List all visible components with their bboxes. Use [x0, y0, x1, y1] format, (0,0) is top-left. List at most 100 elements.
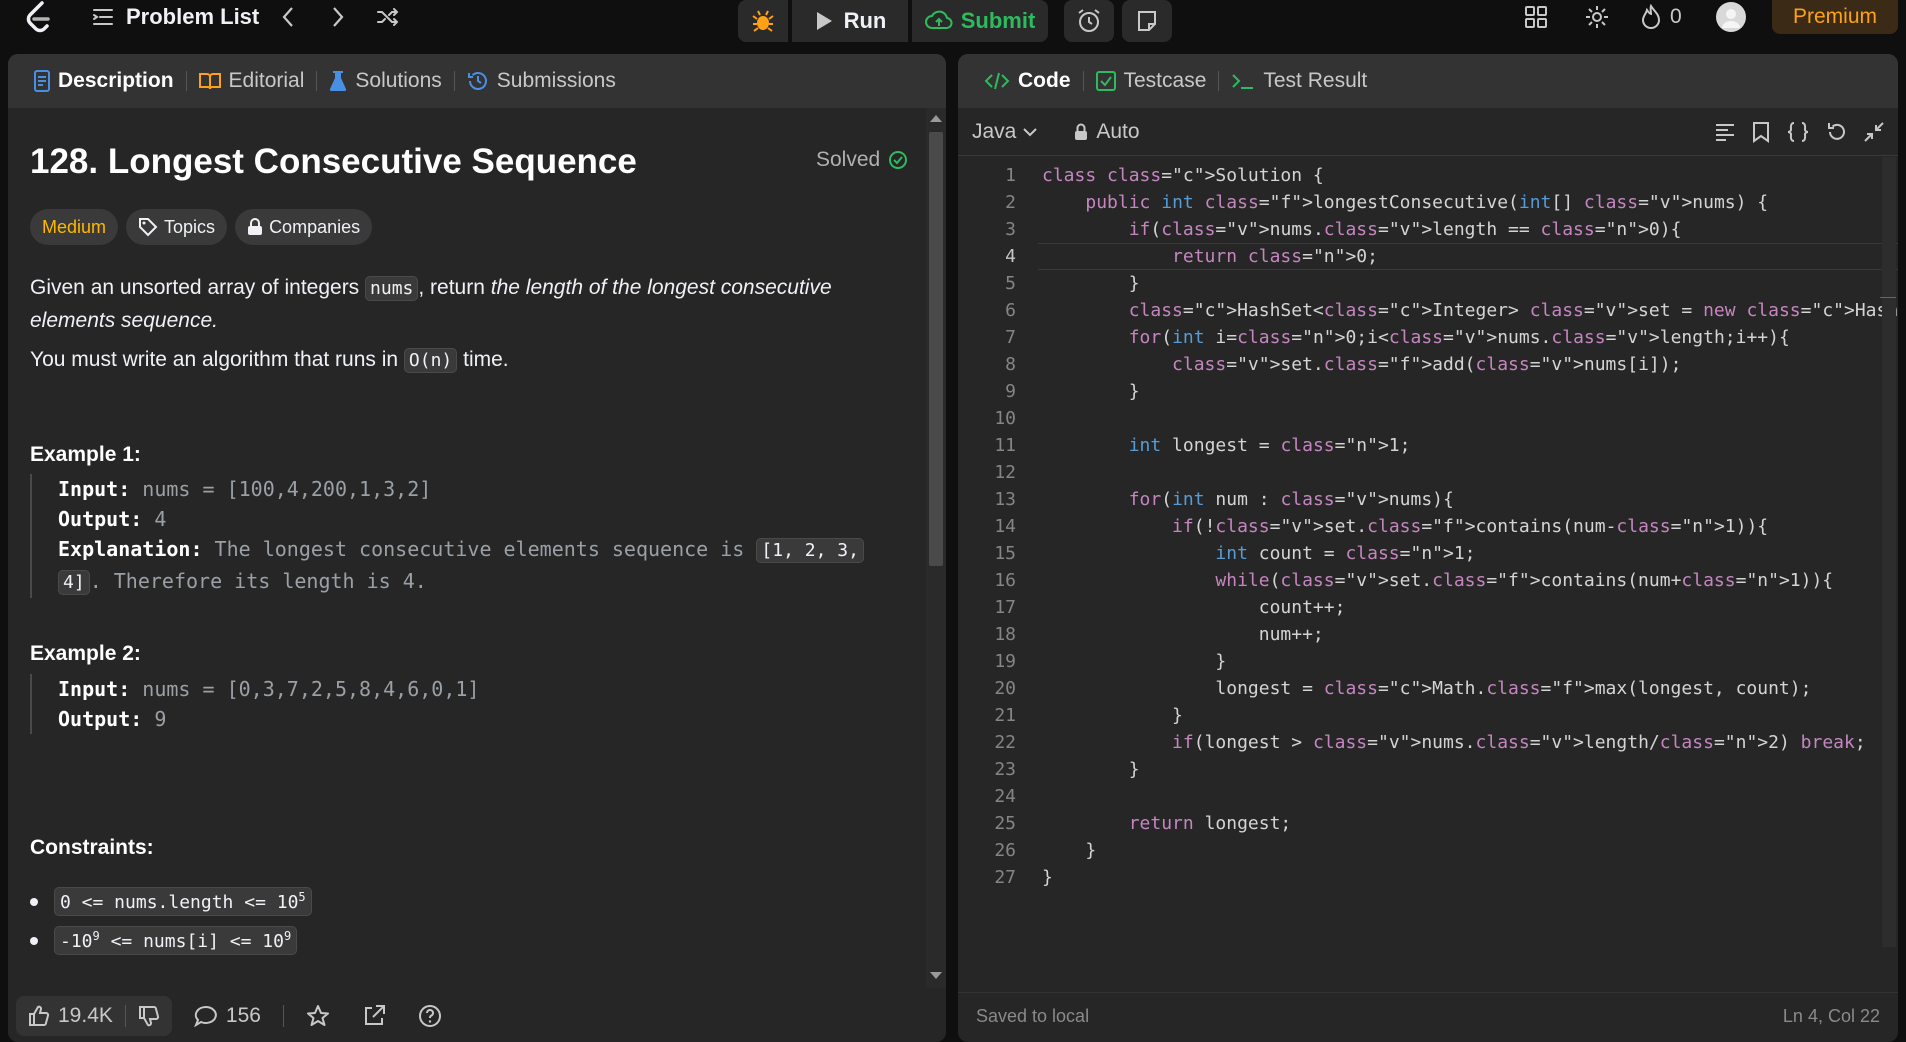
- downvote-button[interactable]: [126, 996, 172, 1036]
- code-text: return class="n">0;: [1172, 246, 1378, 267]
- streak-counter[interactable]: 0: [1640, 0, 1682, 34]
- bookmark-icon[interactable]: [1752, 121, 1770, 143]
- play-icon: [816, 12, 832, 30]
- code-line[interactable]: 3 if(class="v">nums.class="v">length == …: [958, 216, 1878, 243]
- topics-button[interactable]: Topics: [126, 209, 228, 245]
- line-number: 21: [994, 705, 1016, 726]
- code-line[interactable]: 17 count++;: [958, 594, 1878, 621]
- tab-divider: [1218, 71, 1220, 91]
- run-submit-group: Run Submit: [738, 0, 1048, 42]
- constraint-code: 0 <= nums.length <= 105: [54, 887, 312, 916]
- line-number: 6: [1005, 300, 1016, 321]
- code-line[interactable]: 4 return class="n">0;: [958, 243, 1878, 270]
- code-line[interactable]: 25 return longest;: [958, 810, 1878, 837]
- code-line[interactable]: 10: [958, 405, 1878, 432]
- code-line[interactable]: 22 if(longest > class="v">nums.class="v"…: [958, 729, 1878, 756]
- prev-problem-button[interactable]: [268, 0, 308, 34]
- code-line[interactable]: 8 class="v">set.class="f">add(class="v">…: [958, 351, 1878, 378]
- constraint-text: <= nums[i] <= 10: [99, 931, 284, 952]
- avatar[interactable]: [1716, 0, 1746, 34]
- collapse-icon[interactable]: [1864, 122, 1884, 142]
- tab-description[interactable]: Description: [26, 69, 182, 93]
- input-value: nums = [0,3,7,2,5,8,4,6,0,1]: [130, 677, 480, 701]
- leetcode-logo-icon[interactable]: [24, 0, 54, 34]
- scrollbar-thumb[interactable]: [929, 132, 943, 566]
- comments-button[interactable]: 156: [184, 1004, 271, 1028]
- format-icon[interactable]: [1714, 122, 1736, 142]
- code-line[interactable]: 27}: [958, 864, 1878, 891]
- description-scrollbar[interactable]: [926, 108, 946, 988]
- editor-scroll-track[interactable]: [1882, 157, 1896, 947]
- line-number: 3: [1005, 219, 1016, 240]
- code-line[interactable]: 20 longest = class="c">Math.class="f">ma…: [958, 675, 1878, 702]
- random-problem-button[interactable]: [368, 0, 408, 34]
- premium-button[interactable]: Premium: [1772, 0, 1898, 34]
- share-button[interactable]: [352, 1004, 396, 1028]
- code-line[interactable]: 1 class class="c">Solution {: [958, 162, 1878, 189]
- desc-text: time.: [457, 348, 509, 371]
- tab-test-result[interactable]: Test Result: [1223, 69, 1375, 93]
- like-count: 19.4K: [58, 1004, 113, 1027]
- right-tab-bar: Code Testcase Test Result: [958, 54, 1898, 108]
- scroll-down-arrow-icon[interactable]: [930, 972, 942, 980]
- code-line[interactable]: 16 while(class="v">set.class="f">contain…: [958, 567, 1878, 594]
- tab-submissions-label: Submissions: [496, 69, 616, 92]
- next-problem-button[interactable]: [318, 0, 358, 34]
- input-label: Input:: [58, 677, 131, 701]
- code-line[interactable]: 7 for(int i=class="n">0;i<class="v">nums…: [958, 324, 1878, 351]
- code-line[interactable]: 5 }: [958, 270, 1878, 297]
- editor-tools: [1714, 108, 1884, 156]
- constraint-exponent: 5: [298, 890, 306, 904]
- code-line[interactable]: 21 }: [958, 702, 1878, 729]
- code-line[interactable]: 18 num++;: [958, 621, 1878, 648]
- run-button[interactable]: Run: [792, 0, 908, 42]
- code-line[interactable]: 26 }: [958, 837, 1878, 864]
- line-number: 15: [994, 543, 1016, 564]
- code-line[interactable]: 9 }: [958, 378, 1878, 405]
- submit-button[interactable]: Submit: [912, 0, 1048, 42]
- line-number: 4: [1005, 246, 1016, 267]
- code-line[interactable]: 24: [958, 783, 1878, 810]
- code-line[interactable]: 19 }: [958, 648, 1878, 675]
- debug-button[interactable]: [738, 0, 788, 42]
- upvote-button[interactable]: 19.4K: [16, 996, 125, 1036]
- code-text: for(int i=class="n">0;i<class="v">nums.c…: [1128, 327, 1790, 348]
- settings-button[interactable]: [1584, 0, 1610, 34]
- help-button[interactable]: [408, 1004, 452, 1028]
- autocomplete-toggle[interactable]: Auto: [1074, 120, 1140, 144]
- tab-testcase[interactable]: Testcase: [1088, 69, 1215, 93]
- line-number: 17: [994, 597, 1016, 618]
- code-line[interactable]: 13 for(int num : class="v">nums){: [958, 486, 1878, 513]
- line-number: 14: [994, 516, 1016, 537]
- code-line[interactable]: 12: [958, 459, 1878, 486]
- reset-icon[interactable]: [1826, 121, 1848, 143]
- scroll-up-arrow-icon[interactable]: [930, 114, 942, 122]
- code-text: while(class="v">set.class="f">contains(n…: [1215, 570, 1834, 591]
- code-line[interactable]: 11 int longest = class="n">1;: [958, 432, 1878, 459]
- code-line[interactable]: 6 class="c">HashSet<class="c">Integer> c…: [958, 297, 1898, 324]
- language-select[interactable]: Java: [972, 120, 1038, 144]
- code-line[interactable]: 23 }: [958, 756, 1878, 783]
- constraint-exponent: 9: [92, 929, 100, 943]
- line-number: 1: [1005, 165, 1016, 186]
- problem-list-button[interactable]: Problem List: [92, 0, 259, 34]
- tab-solutions[interactable]: Solutions: [321, 69, 449, 93]
- tag-row: Medium Topics Companies: [30, 209, 373, 245]
- code-line[interactable]: 2 public int class="f">longestConsecutiv…: [958, 189, 1878, 216]
- code-editor[interactable]: 1 class class="c">Solution {2 public int …: [958, 157, 1898, 982]
- line-number: 11: [994, 435, 1016, 456]
- favorite-button[interactable]: [296, 1004, 340, 1028]
- code-line[interactable]: 14 if(!class="v">set.class="f">contains(…: [958, 513, 1878, 540]
- code-line[interactable]: 15 int count = class="n">1;: [958, 540, 1878, 567]
- tab-editorial[interactable]: Editorial: [191, 69, 313, 93]
- braces-icon[interactable]: [1786, 121, 1810, 143]
- tab-submissions[interactable]: Submissions: [459, 69, 624, 93]
- explanation-text: . Therefore its length is 4.: [89, 569, 427, 593]
- timer-button[interactable]: [1064, 0, 1114, 42]
- layout-button[interactable]: [1524, 0, 1548, 34]
- notes-button[interactable]: [1122, 0, 1172, 42]
- companies-button[interactable]: Companies: [235, 209, 373, 245]
- bullet: [30, 897, 38, 906]
- editor-scrollbar[interactable]: [1878, 157, 1898, 947]
- tab-code[interactable]: Code: [976, 69, 1079, 93]
